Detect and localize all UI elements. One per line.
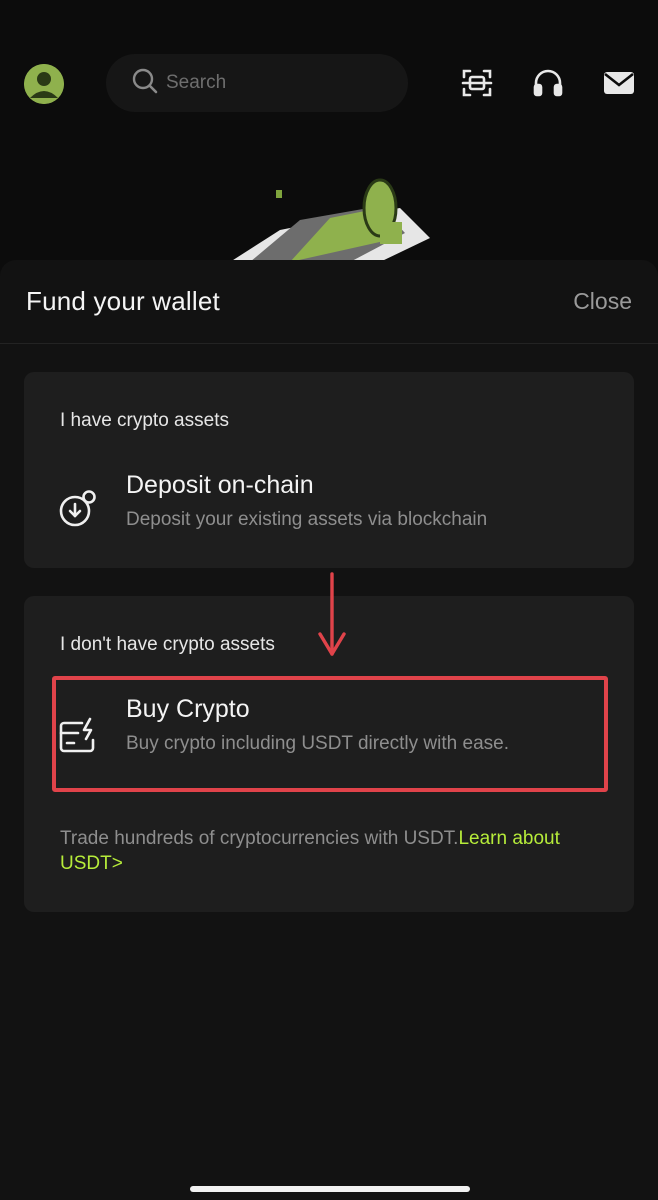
mail-icon[interactable] xyxy=(602,66,636,100)
usdt-note-text: Trade hundreds of cryptocurrencies with … xyxy=(60,828,459,849)
option-description: Deposit your existing assets via blockch… xyxy=(126,509,488,530)
sheet-header: Fund your wallet Close xyxy=(0,260,658,344)
section-heading: I don't have crypto assets xyxy=(60,634,275,655)
have-crypto-card: I have crypto assets Deposit on-chain De… xyxy=(24,372,634,568)
usdt-note: Trade hundreds of cryptocurrencies with … xyxy=(60,826,600,876)
promo-illustration xyxy=(230,178,440,268)
buy-crypto-option[interactable]: Buy Crypto Buy crypto including USDT dir… xyxy=(52,676,608,792)
home-indicator[interactable] xyxy=(190,1186,470,1192)
search-input-placeholder[interactable]: Search xyxy=(166,72,226,94)
close-button[interactable]: Close xyxy=(573,288,632,315)
buy-crypto-card-icon xyxy=(56,714,100,758)
sheet-title: Fund your wallet xyxy=(26,286,220,316)
deposit-on-chain-option[interactable]: Deposit on-chain Deposit your existing a… xyxy=(52,458,608,568)
section-heading: I have crypto assets xyxy=(60,410,229,431)
deposit-on-chain-icon xyxy=(56,486,100,530)
annotation-arrow-icon xyxy=(316,572,348,662)
scan-icon[interactable] xyxy=(460,66,494,100)
search-bar[interactable]: Search xyxy=(106,54,408,112)
headset-icon[interactable] xyxy=(531,66,565,100)
option-title: Buy Crypto xyxy=(126,695,250,723)
option-title: Deposit on-chain xyxy=(126,471,314,499)
option-description: Buy crypto including USDT directly with … xyxy=(126,733,509,754)
search-icon xyxy=(130,66,166,101)
user-avatar-icon[interactable] xyxy=(24,64,64,104)
fund-wallet-sheet: Fund your wallet Close I have crypto ass… xyxy=(0,260,658,1200)
app-header: Search xyxy=(0,0,658,170)
